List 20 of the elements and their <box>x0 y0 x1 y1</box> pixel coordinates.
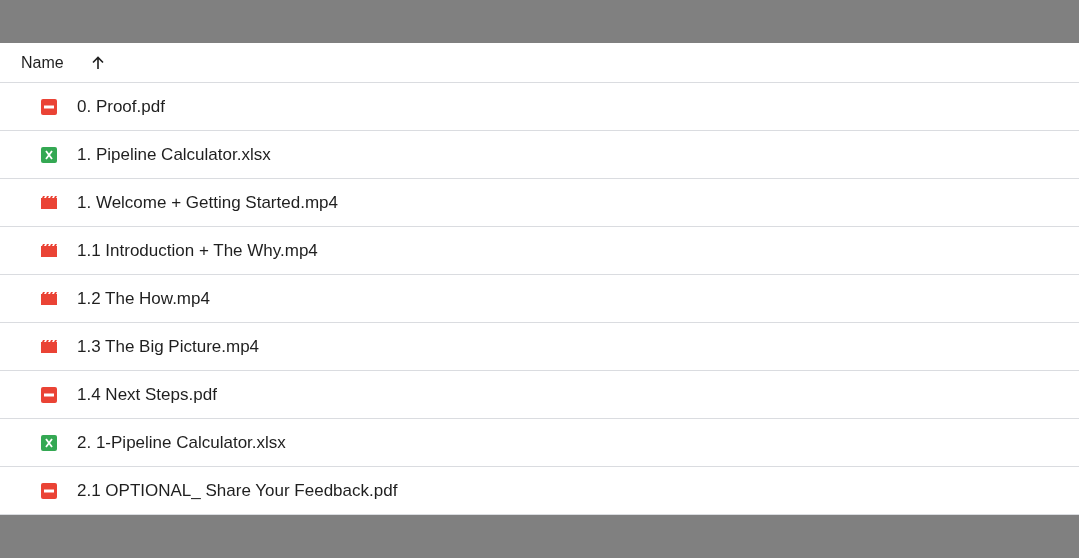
file-name[interactable]: 1. Welcome + Getting Started.mp4 <box>77 189 338 216</box>
file-name[interactable]: 2.1 OPTIONAL_ Share Your Feedback.pdf <box>77 477 398 504</box>
spreadsheet-icon <box>41 434 57 451</box>
pdf-file-icon <box>41 482 57 499</box>
video-file-icon <box>41 338 57 355</box>
pdf-file-icon <box>41 98 57 115</box>
file-name[interactable]: 2. 1-Pipeline Calculator.xlsx <box>77 429 286 456</box>
video-file-icon <box>41 194 57 211</box>
sort-arrow-icon[interactable] <box>90 55 105 70</box>
pdf-file-icon <box>41 386 57 403</box>
file-name[interactable]: 0. Proof.pdf <box>77 93 165 120</box>
file-name[interactable]: 1.4 Next Steps.pdf <box>77 381 217 408</box>
file-name[interactable]: 1.1 Introduction + The Why.mp4 <box>77 237 318 264</box>
video-file-icon <box>41 290 57 307</box>
spreadsheet-icon <box>41 146 57 163</box>
file-name[interactable]: 1.2 The How.mp4 <box>77 285 210 312</box>
file-name[interactable]: 1. Pipeline Calculator.xlsx <box>77 141 271 168</box>
column-header[interactable]: Name <box>21 50 64 75</box>
file-name[interactable]: 1.3 The Big Picture.mp4 <box>77 333 260 360</box>
video-file-icon <box>41 242 57 259</box>
